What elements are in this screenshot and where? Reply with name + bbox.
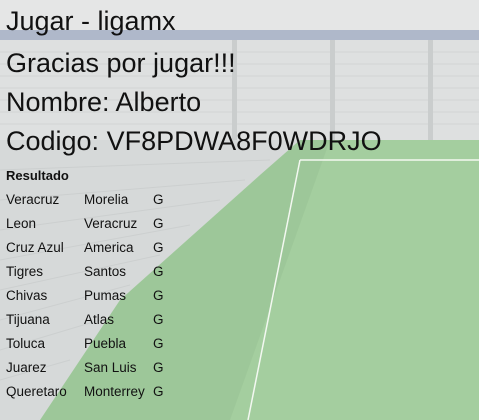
player-name: Nombre: Alberto (6, 87, 202, 117)
table-row: Cruz Azul America G (6, 235, 167, 259)
pick: G (153, 191, 164, 207)
page-title: Jugar - ligamx (6, 6, 176, 36)
home-team: Cruz Azul (6, 239, 64, 255)
home-team: Veracruz (6, 191, 60, 207)
pick: G (153, 239, 164, 255)
away-team: America (84, 239, 134, 255)
pick: G (153, 383, 164, 399)
away-team: Pumas (84, 287, 127, 303)
player-code: Codigo: VF8PDWA8F0WDRJO (6, 126, 382, 156)
home-team: Tigres (6, 263, 44, 279)
away-team: Veracruz (84, 215, 138, 231)
results-table: Veracruz Morelia G Leon Veracruz G Cruz … (6, 187, 167, 403)
away-team: Morelia (84, 191, 129, 207)
away-team: San Luis (84, 359, 137, 375)
away-team: Puebla (84, 335, 127, 351)
table-row: Tijuana Atlas G (6, 307, 167, 331)
table-row: Veracruz Morelia G (6, 187, 167, 211)
home-team: Leon (6, 215, 37, 231)
page: Jugar - ligamx Gracias por jugar!!! Nomb… (0, 0, 479, 420)
thanks-message: Gracias por jugar!!! (6, 48, 236, 78)
pick: G (153, 263, 164, 279)
pick: G (153, 311, 164, 327)
home-team: Toluca (6, 335, 46, 351)
results-label: Resultado (6, 168, 69, 183)
home-team: Chivas (6, 287, 48, 303)
table-row: Leon Veracruz G (6, 211, 167, 235)
pick: G (153, 335, 164, 351)
pick: G (153, 287, 164, 303)
content: Jugar - ligamx Gracias por jugar!!! Nomb… (6, 6, 476, 403)
table-row: Juarez San Luis G (6, 355, 167, 379)
home-team: Tijuana (6, 311, 50, 327)
pick: G (153, 215, 164, 231)
pick: G (153, 359, 164, 375)
home-team: Juarez (6, 359, 47, 375)
table-row: Queretaro Monterrey G (6, 379, 167, 403)
table-row: Chivas Pumas G (6, 283, 167, 307)
home-team: Queretaro (6, 383, 67, 399)
away-team: Santos (84, 263, 127, 279)
away-team: Monterrey (84, 383, 145, 399)
table-row: Toluca Puebla G (6, 331, 167, 355)
table-row: Tigres Santos G (6, 259, 167, 283)
away-team: Atlas (84, 311, 115, 327)
